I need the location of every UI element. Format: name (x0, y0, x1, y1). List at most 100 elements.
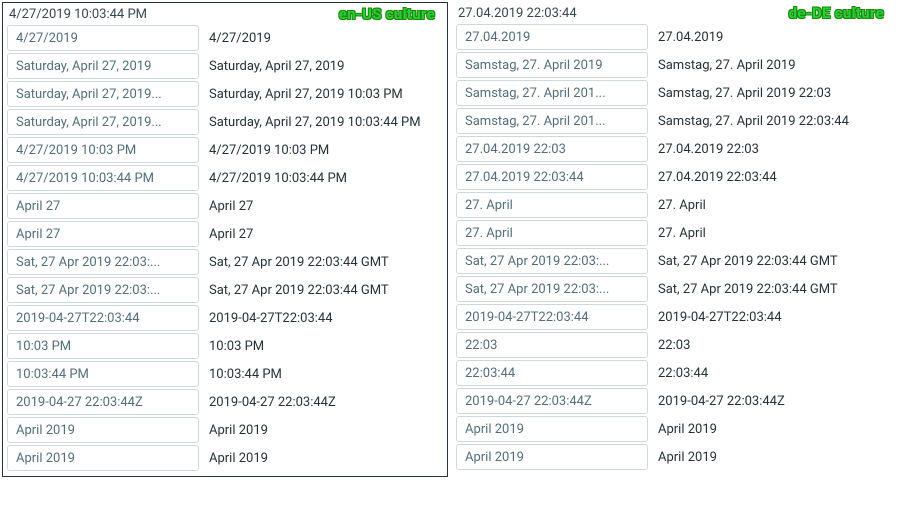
panel-en-us: 4/27/2019 10:03:44 PM en-US culture 4/27… (2, 2, 448, 477)
format-input[interactable] (7, 109, 199, 135)
format-output: Sat, 27 Apr 2019 22:03:44 GMT (648, 247, 892, 275)
format-input[interactable] (7, 277, 199, 303)
format-output: Saturday, April 27, 2019 10:03:44 PM (199, 108, 443, 136)
format-input-cell (456, 163, 648, 191)
format-input[interactable] (456, 136, 648, 162)
format-row: Saturday, April 27, 2019 10:03:44 PM (7, 108, 443, 136)
format-input[interactable] (456, 248, 648, 274)
comparison-wrap: 4/27/2019 10:03:44 PM en-US culture 4/27… (2, 2, 896, 477)
format-input-cell (456, 331, 648, 359)
format-input-cell (456, 51, 648, 79)
format-output: 27.04.2019 22:03 (648, 135, 892, 163)
format-input[interactable] (456, 80, 648, 106)
format-row: 4/27/2019 10:03 PM (7, 136, 443, 164)
format-row: April 2019 (456, 415, 892, 443)
format-row: 10:03 PM (7, 332, 443, 360)
format-input-cell (7, 444, 199, 472)
format-input-cell (456, 247, 648, 275)
format-row: April 2019 (7, 416, 443, 444)
format-row: 27.04.2019 22:03:44 (456, 163, 892, 191)
format-output: April 27 (199, 220, 443, 248)
format-row: Samstag, 27. April 2019 22:03:44 (456, 107, 892, 135)
format-input-cell (7, 276, 199, 304)
format-input-cell (456, 303, 648, 331)
format-input[interactable] (7, 53, 199, 79)
format-input[interactable] (456, 24, 648, 50)
format-input[interactable] (7, 333, 199, 359)
format-row: 27.04.2019 (456, 23, 892, 51)
format-input[interactable] (7, 389, 199, 415)
format-row: April 2019 (456, 443, 892, 471)
format-row: 27. April (456, 191, 892, 219)
format-input-cell (7, 360, 199, 388)
format-output: April 2019 (199, 444, 443, 472)
format-output: Sat, 27 Apr 2019 22:03:44 GMT (648, 275, 892, 303)
format-input[interactable] (7, 193, 199, 219)
format-row: 2019-04-27T22:03:44 (456, 303, 892, 331)
format-output: 4/27/2019 10:03 PM (199, 136, 443, 164)
format-input[interactable] (7, 165, 199, 191)
format-input[interactable] (456, 304, 648, 330)
format-output: 10:03 PM (199, 332, 443, 360)
format-input-cell (456, 191, 648, 219)
format-input[interactable] (456, 332, 648, 358)
format-output: April 2019 (199, 416, 443, 444)
format-input-cell (456, 79, 648, 107)
format-input[interactable] (7, 249, 199, 275)
format-input[interactable] (7, 25, 199, 51)
format-input[interactable] (456, 108, 648, 134)
format-row: 22:03 (456, 331, 892, 359)
format-row: 4/27/2019 (7, 24, 443, 52)
format-input[interactable] (456, 388, 648, 414)
format-input[interactable] (7, 417, 199, 443)
format-row: Sat, 27 Apr 2019 22:03:44 GMT (7, 248, 443, 276)
format-input-cell (7, 52, 199, 80)
format-output: Sat, 27 Apr 2019 22:03:44 GMT (199, 248, 443, 276)
format-input[interactable] (7, 445, 199, 471)
format-input[interactable] (7, 305, 199, 331)
format-input[interactable] (456, 360, 648, 386)
format-input-cell (456, 443, 648, 471)
format-input-cell (7, 192, 199, 220)
format-output: 27. April (648, 219, 892, 247)
format-output: 2019-04-27T22:03:44 (199, 304, 443, 332)
format-input-cell (456, 275, 648, 303)
format-input[interactable] (7, 81, 199, 107)
format-row: 2019-04-27 22:03:44Z (7, 388, 443, 416)
panel-header-en: 4/27/2019 10:03:44 PM en-US culture (3, 3, 447, 24)
format-output: Samstag, 27. April 2019 (648, 51, 892, 79)
format-input-cell (456, 387, 648, 415)
format-input[interactable] (7, 221, 199, 247)
format-input-cell (7, 248, 199, 276)
format-output: Saturday, April 27, 2019 10:03 PM (199, 80, 443, 108)
format-row: Sat, 27 Apr 2019 22:03:44 GMT (456, 275, 892, 303)
format-input-cell (456, 219, 648, 247)
format-input[interactable] (456, 276, 648, 302)
format-input-cell (456, 23, 648, 51)
panel-de-de: 27.04.2019 22:03:44 de-DE culture 27.04.… (452, 2, 896, 477)
format-input[interactable] (7, 361, 199, 387)
format-row: 27.04.2019 22:03 (456, 135, 892, 163)
format-input-cell (7, 108, 199, 136)
format-row: Samstag, 27. April 2019 22:03 (456, 79, 892, 107)
format-output: Sat, 27 Apr 2019 22:03:44 GMT (199, 276, 443, 304)
header-timestamp-en: 4/27/2019 10:03:44 PM (9, 7, 147, 22)
format-input[interactable] (7, 137, 199, 163)
format-input-cell (456, 107, 648, 135)
header-timestamp-de: 27.04.2019 22:03:44 (458, 6, 577, 21)
format-input[interactable] (456, 52, 648, 78)
format-input[interactable] (456, 416, 648, 442)
format-input[interactable] (456, 220, 648, 246)
format-row: Samstag, 27. April 2019 (456, 51, 892, 79)
format-output: April 2019 (648, 443, 892, 471)
format-input-cell (7, 24, 199, 52)
format-output: 4/27/2019 (199, 24, 443, 52)
format-input[interactable] (456, 164, 648, 190)
rows-en: 4/27/2019Saturday, April 27, 2019Saturda… (3, 24, 447, 476)
format-input-cell (7, 304, 199, 332)
format-input-cell (7, 80, 199, 108)
format-output: April 2019 (648, 415, 892, 443)
format-input[interactable] (456, 192, 648, 218)
format-input[interactable] (456, 444, 648, 470)
format-row: 2019-04-27T22:03:44 (7, 304, 443, 332)
